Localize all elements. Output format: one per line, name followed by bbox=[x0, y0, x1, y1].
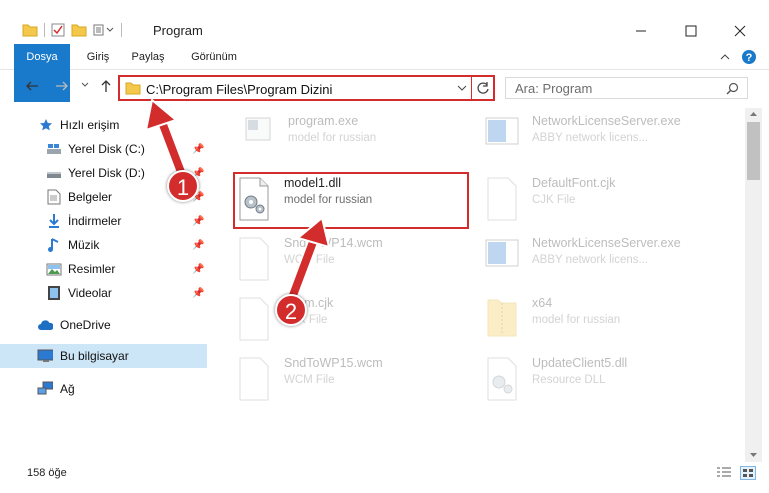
file-item[interactable]: program.exe model for russian bbox=[240, 108, 480, 166]
new-folder-icon[interactable] bbox=[71, 23, 87, 37]
navigation-pane: Hızlı erişim Yerel Disk (C:) 📌 Yerel Dis… bbox=[0, 108, 207, 462]
file-item[interactable]: UpdateClient5.dll Resource DLL bbox=[484, 350, 724, 408]
expand-ribbon-icon[interactable] bbox=[719, 52, 731, 62]
address-path[interactable]: C:\Program Files\Program Dizini bbox=[146, 82, 332, 97]
refresh-icon[interactable] bbox=[476, 81, 490, 95]
drive-icon bbox=[46, 165, 62, 181]
highlight-box bbox=[233, 172, 469, 229]
zip-folder-icon bbox=[484, 294, 520, 342]
address-bar[interactable]: C:\Program Files\Program Dizini bbox=[118, 75, 495, 101]
cloud-icon bbox=[37, 317, 53, 333]
tab-share[interactable]: Paylaş bbox=[126, 44, 170, 70]
scrollbar-thumb[interactable] bbox=[747, 122, 760, 180]
large-icons-view-icon[interactable] bbox=[740, 466, 756, 480]
window-title: Program bbox=[153, 23, 203, 38]
search-box[interactable]: Ara: Program bbox=[505, 77, 748, 99]
folder-icon bbox=[22, 23, 38, 37]
sidebar-item-network[interactable]: Ağ bbox=[0, 377, 207, 401]
download-icon bbox=[46, 213, 62, 229]
music-icon bbox=[46, 237, 62, 253]
search-placeholder[interactable]: Ara: Program bbox=[515, 81, 592, 96]
properties-icon[interactable] bbox=[51, 23, 65, 37]
exe-icon bbox=[240, 112, 276, 160]
videos-icon bbox=[46, 285, 62, 301]
file-item[interactable]: x64 model for russian bbox=[484, 290, 724, 348]
sidebar-item-pictures[interactable]: Resimler 📌 bbox=[0, 257, 207, 281]
blank-file-icon bbox=[484, 174, 520, 222]
minimize-icon bbox=[635, 25, 647, 37]
close-button[interactable] bbox=[717, 20, 763, 42]
sidebar-item-this-pc[interactable]: Bu bilgisayar bbox=[0, 344, 207, 368]
customize-toolbar-icon[interactable] bbox=[93, 23, 115, 37]
file-item[interactable]: SndToWP15.wcm WCM File bbox=[236, 350, 476, 408]
address-dropdown-icon[interactable] bbox=[457, 85, 467, 92]
app-window-icon bbox=[484, 234, 520, 282]
file-item[interactable]: Norm.cjk CJK File bbox=[236, 290, 476, 348]
pictures-icon bbox=[46, 261, 62, 277]
maximize-icon bbox=[685, 25, 697, 37]
back-button[interactable] bbox=[25, 79, 39, 93]
quick-access-toolbar bbox=[22, 21, 128, 39]
file-item[interactable]: NetworkLicenseServer.exe ABBY network li… bbox=[484, 108, 724, 166]
close-icon bbox=[734, 25, 746, 37]
blank-file-icon bbox=[236, 354, 272, 402]
up-arrow-icon bbox=[101, 80, 111, 92]
pin-icon[interactable]: 📌 bbox=[192, 240, 204, 251]
app-window-icon bbox=[484, 112, 520, 160]
details-view-icon[interactable] bbox=[716, 466, 732, 480]
navigation-bar: C:\Program Files\Program Dizini Ara: Pro… bbox=[0, 71, 769, 105]
pin-icon[interactable]: 📌 bbox=[192, 288, 204, 299]
star-icon bbox=[38, 117, 54, 133]
callout-1: 1 bbox=[167, 170, 199, 202]
computer-icon bbox=[37, 348, 53, 364]
sidebar-item-onedrive[interactable]: OneDrive bbox=[0, 313, 207, 337]
up-button[interactable] bbox=[99, 79, 113, 93]
status-bar: 158 öğe bbox=[0, 462, 769, 486]
minimize-button[interactable] bbox=[618, 20, 664, 42]
folder-icon bbox=[125, 81, 141, 95]
title-bar: Program bbox=[0, 0, 769, 44]
item-count: 158 öğe bbox=[27, 467, 67, 479]
svg-text:?: ? bbox=[746, 52, 753, 64]
network-icon bbox=[37, 381, 53, 397]
vertical-scrollbar[interactable] bbox=[745, 108, 762, 462]
documents-icon bbox=[46, 189, 62, 205]
file-list: program.exe model for russian NetworkLic… bbox=[210, 108, 745, 462]
recent-locations-button[interactable] bbox=[81, 82, 89, 88]
help-icon[interactable]: ? bbox=[741, 49, 757, 65]
maximize-button[interactable] bbox=[668, 20, 714, 42]
dll-gear-icon bbox=[484, 354, 520, 402]
chevron-down-icon bbox=[81, 82, 89, 87]
callout-2: 2 bbox=[275, 294, 307, 326]
sidebar-item-downloads[interactable]: İndirmeler 📌 bbox=[0, 209, 207, 233]
blank-file-icon bbox=[236, 294, 272, 342]
sidebar-item-music[interactable]: Müzik 📌 bbox=[0, 233, 207, 257]
pin-icon[interactable]: 📌 bbox=[192, 264, 204, 275]
sidebar-item-quick-access[interactable]: Hızlı erişim bbox=[0, 113, 207, 137]
pin-icon[interactable]: 📌 bbox=[192, 216, 204, 227]
blank-file-icon bbox=[236, 234, 272, 282]
scroll-down-icon[interactable] bbox=[749, 452, 758, 458]
scroll-up-icon[interactable] bbox=[749, 111, 758, 117]
sidebar-item-disk-c[interactable]: Yerel Disk (C:) 📌 bbox=[0, 137, 207, 161]
forward-arrow-icon bbox=[56, 81, 68, 91]
search-icon[interactable] bbox=[726, 82, 739, 95]
file-item[interactable]: DefaultFont.cjk CJK File bbox=[484, 170, 724, 228]
drive-icon bbox=[46, 141, 62, 157]
forward-button[interactable] bbox=[55, 79, 69, 93]
tab-view[interactable]: Görünüm bbox=[186, 44, 242, 70]
file-item[interactable]: SndToWP14.wcm WCM File bbox=[236, 230, 476, 288]
file-item[interactable]: NetworkLicenseServer.exe ABBY network li… bbox=[484, 230, 724, 288]
ribbon-tabs: Dosya Giriş Paylaş Görünüm ? bbox=[0, 44, 769, 102]
tab-home[interactable]: Giriş bbox=[80, 44, 116, 70]
pin-icon[interactable]: 📌 bbox=[192, 144, 204, 155]
sidebar-item-videos[interactable]: Videolar 📌 bbox=[0, 281, 207, 305]
back-arrow-icon bbox=[26, 81, 38, 91]
